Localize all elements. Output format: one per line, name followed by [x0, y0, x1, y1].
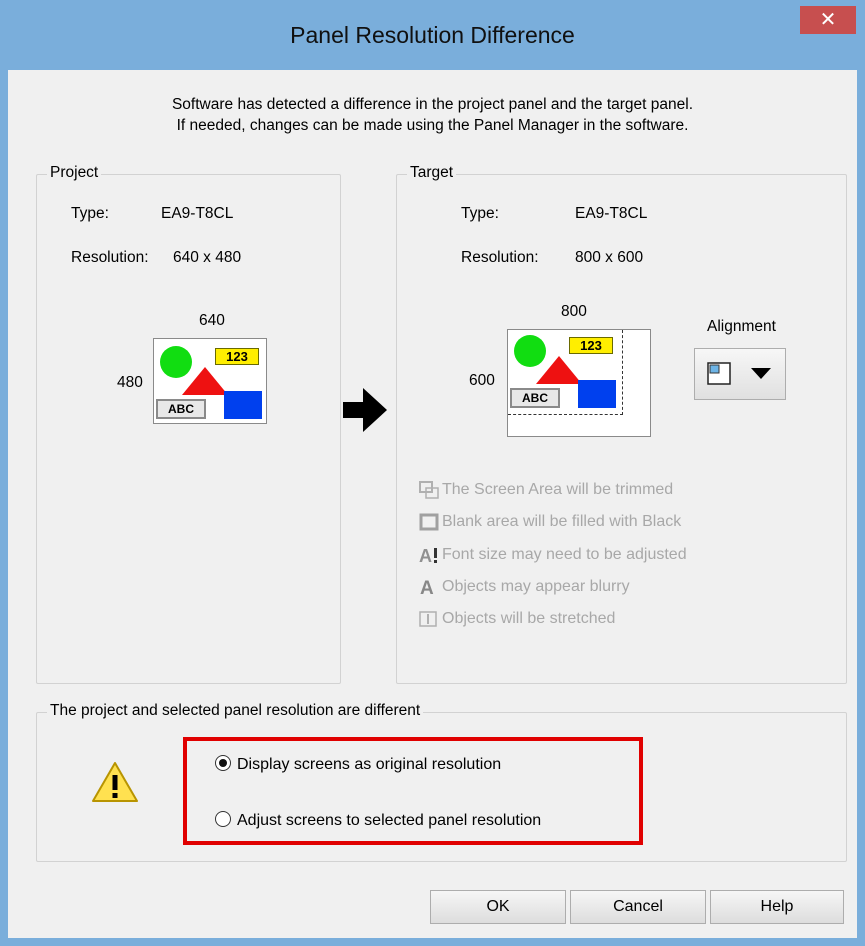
numeric-tag: 123 [215, 348, 259, 365]
svg-text:A: A [419, 546, 432, 565]
project-group: Project Type: EA9-T8CL Resolution: 640 x… [36, 164, 341, 684]
window-frame: Panel Resolution Difference ✕ Software h… [0, 0, 865, 946]
target-height-label: 600 [469, 372, 495, 389]
project-type-label: Type: [71, 205, 109, 222]
square-shape [224, 391, 262, 419]
cancel-button[interactable]: Cancel [570, 890, 706, 924]
note-blurry: A Objects may appear blurry [419, 577, 630, 599]
target-type-value: EA9-T8CL [575, 205, 648, 222]
options-legend: The project and selected panel resolutio… [47, 702, 424, 720]
blurry-icon: A [420, 578, 434, 599]
resolution-options-group: The project and selected panel resolutio… [36, 702, 847, 862]
radio-adjust-screens[interactable]: Adjust screens to selected panel resolut… [215, 811, 541, 830]
target-panel-preview: 123 ABC [507, 329, 651, 437]
project-width-label: 640 [199, 312, 225, 329]
stretch-icon [419, 611, 437, 627]
project-panel-preview: 123 ABC [153, 338, 267, 424]
target-width-label: 800 [561, 303, 587, 320]
note-blurry-text: Objects may appear blurry [442, 578, 630, 596]
note-font-size-text: Font size may need to be adjusted [442, 546, 687, 564]
abc-label: ABC [156, 399, 206, 419]
triangle-shape [182, 367, 228, 395]
close-icon: ✕ [819, 9, 837, 31]
radio-adjust-screens-label: Adjust screens to selected panel resolut… [237, 812, 542, 829]
alignment-dropdown[interactable] [694, 348, 786, 400]
note-stretch: Objects will be stretched [419, 609, 615, 629]
dialog-body: Software has detected a difference in th… [8, 70, 857, 938]
radio-unselected-indicator[interactable] [215, 811, 231, 827]
numeric-tag: 123 [569, 337, 613, 354]
blank-area-icon [419, 513, 439, 531]
alignment-top-left-icon [707, 362, 731, 385]
help-button[interactable]: Help [710, 890, 844, 924]
intro-line-2: If needed, changes can be made using the… [176, 117, 689, 134]
note-blank-area-text: Blank area will be filled with Black [442, 513, 682, 531]
triangle-shape [536, 356, 582, 384]
warning-icon [92, 762, 138, 802]
svg-text:A: A [420, 578, 434, 597]
title-bar[interactable]: Panel Resolution Difference ✕ [0, 0, 865, 72]
intro-text: Software has detected a difference in th… [8, 94, 857, 136]
intro-line-1: Software has detected a difference in th… [171, 96, 694, 113]
target-resolution-value: 800 x 600 [575, 249, 644, 266]
radio-display-original[interactable]: Display screens as original resolution [215, 755, 501, 774]
project-legend: Project [47, 164, 102, 182]
close-button[interactable]: ✕ [800, 6, 856, 34]
square-shape [578, 380, 616, 408]
project-type-value: EA9-T8CL [161, 205, 234, 222]
arrow-right-icon [343, 388, 387, 432]
ok-button[interactable]: OK [430, 890, 566, 924]
window-title: Panel Resolution Difference [290, 22, 575, 48]
project-resolution-label: Resolution: [71, 249, 149, 266]
abc-label: ABC [510, 388, 560, 408]
alignment-label: Alignment [707, 318, 776, 335]
note-stretch-text: Objects will be stretched [442, 610, 616, 628]
radio-display-original-label: Display screens as original resolution [237, 756, 502, 773]
font-size-icon: A [419, 546, 437, 566]
radio-selected-indicator[interactable] [215, 755, 231, 771]
chevron-down-icon [751, 368, 771, 379]
project-resolution-value: 640 x 480 [173, 249, 242, 266]
note-font-size: A Font size may need to be adjusted [419, 545, 687, 566]
note-trim: The Screen Area will be trimmed [419, 481, 673, 499]
note-blank-area: Blank area will be filled with Black [419, 513, 681, 531]
target-legend: Target [407, 164, 457, 182]
note-trim-text: The Screen Area will be trimmed [442, 481, 674, 499]
target-type-label: Type: [461, 205, 499, 222]
project-height-label: 480 [117, 374, 143, 391]
target-resolution-label: Resolution: [461, 249, 539, 266]
trim-icon [419, 481, 439, 499]
target-group: Target Type: EA9-T8CL Resolution: 800 x … [396, 164, 847, 684]
